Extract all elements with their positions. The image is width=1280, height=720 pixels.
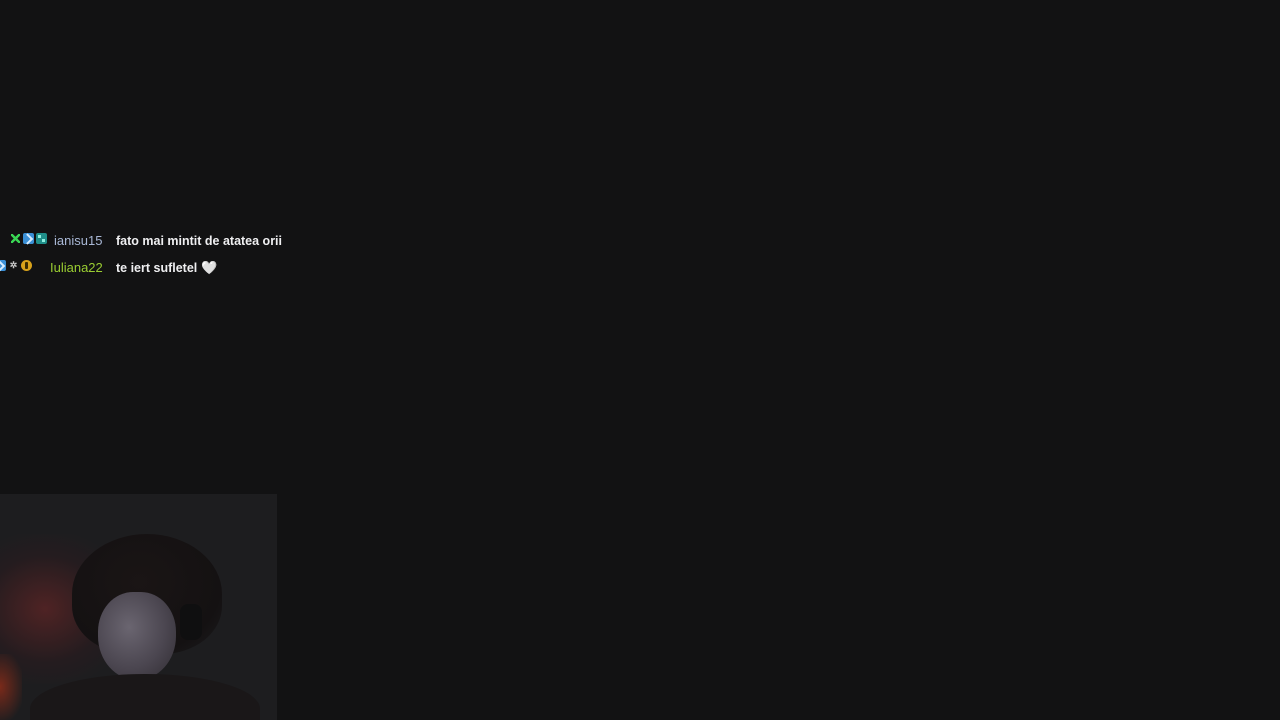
chat-message: ✲ Iuliana22 te iert sufletel 🤍	[0, 257, 420, 284]
gold-exclamation-badge-icon	[21, 260, 32, 271]
webcam-streamer-face	[98, 592, 176, 680]
star-badge-icon: ✲	[9, 260, 18, 270]
badge-group	[10, 233, 47, 244]
chat-username[interactable]: ianisu15	[54, 230, 102, 252]
blue-arrow-badge-icon	[0, 260, 6, 271]
stream-overlay: ianisu15 fato mai mintit de atatea orii …	[0, 0, 1280, 720]
blue-arrow-badge-icon	[23, 233, 34, 244]
chat-message: ianisu15 fato mai mintit de atatea orii	[0, 230, 420, 257]
chat-username[interactable]: Iuliana22	[50, 257, 103, 279]
green-k-badge-icon	[10, 233, 21, 244]
webcam-feed	[0, 494, 277, 720]
chat-message-text: fato mai mintit de atatea orii	[116, 234, 283, 248]
white-heart-emoji: 🤍	[201, 260, 218, 275]
chat-overlay: ianisu15 fato mai mintit de atatea orii …	[0, 230, 420, 284]
chat-message-text: te iert sufletel 🤍	[116, 257, 217, 279]
headset-icon	[180, 604, 202, 640]
chat-message-body: te iert sufletel	[116, 261, 198, 275]
teal-grid-badge-icon	[36, 233, 47, 244]
webcam-red-light	[0, 654, 22, 720]
badge-group: ✲	[0, 260, 32, 271]
